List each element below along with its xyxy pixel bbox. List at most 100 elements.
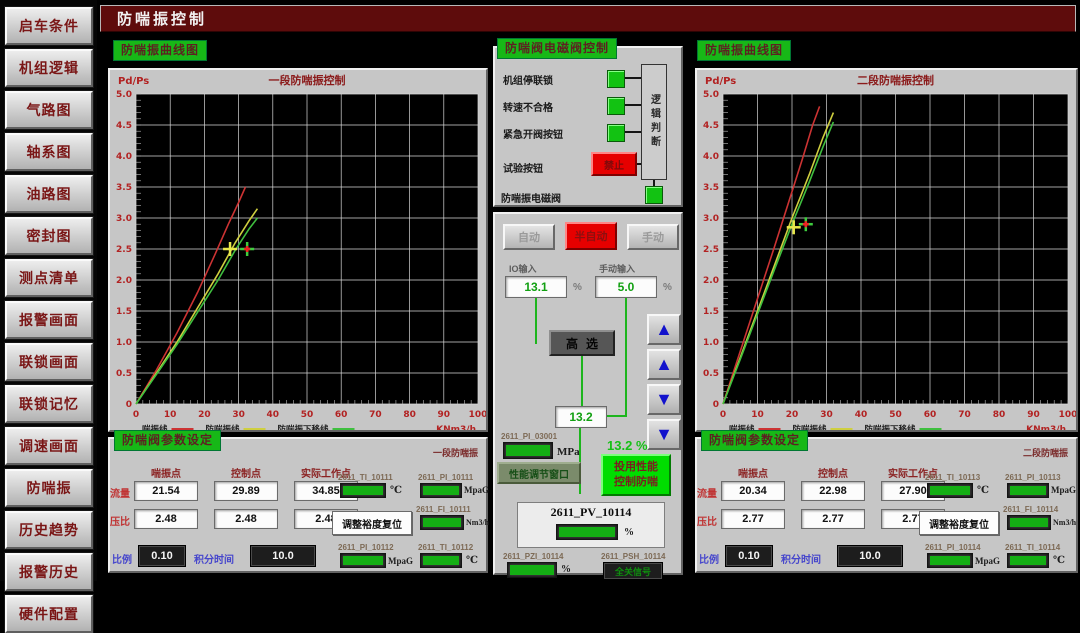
emergency-open-status-indicator (607, 124, 625, 142)
svg-text:40: 40 (267, 410, 280, 420)
io-input-unit: % (573, 282, 582, 293)
pressure2-lcd (340, 553, 386, 568)
speed-fail-status-indicator (607, 97, 625, 115)
flow-unit: Nm3/h (466, 518, 489, 527)
flow-surge-point-value: 21.54 (134, 481, 198, 501)
valve-position-unit: % (624, 527, 634, 538)
io-input-field[interactable]: 13.1 (505, 276, 567, 298)
svg-text:KNm3/h: KNm3/h (1026, 425, 1066, 430)
margin-reset-button[interactable]: 调整裕度复位 (332, 511, 412, 535)
pressure2-tag-label: 2611_PI_10114 (925, 543, 981, 552)
sidebar-item-unit-logic[interactable]: 机组逻辑 (5, 49, 93, 87)
svg-text:0.5: 0.5 (703, 369, 719, 379)
sidebar-item-measuring-point-list[interactable]: 测点清单 (5, 259, 93, 297)
io-input-label: IO输入 (509, 262, 537, 275)
sidebar-item-shaft-system-diagram[interactable]: 轴系图 (5, 133, 93, 171)
svg-text:50: 50 (301, 410, 314, 420)
integral-time-value-field[interactable]: 10.0 (250, 545, 316, 567)
valve-position-lcd (556, 524, 618, 540)
sidebar-item-alarm-screen[interactable]: 报警画面 (5, 301, 93, 339)
sidebar-item-alarm-history[interactable]: 报警历史 (5, 553, 93, 591)
valve-tag-label: 2611_PV_10114 (518, 505, 664, 520)
svg-text:Pd/Ps: Pd/Ps (118, 76, 149, 87)
manual-input-field[interactable]: 5.0 (595, 276, 657, 298)
proportional-label: 比例 (699, 551, 719, 566)
svg-text:Pd/Ps: Pd/Ps (705, 76, 736, 87)
pressure-tag-label: 2611_PI_03001 (501, 432, 557, 441)
temperature2-lcd (1007, 553, 1049, 568)
proportional-value-field[interactable]: 0.10 (725, 545, 773, 567)
ratio-control-point-value: 2.77 (801, 509, 865, 529)
temperature-tag-label: 2611_TI_10111 (338, 473, 393, 482)
sidebar-item-startup-conditions[interactable]: 启车条件 (5, 7, 93, 45)
svg-text:4.5: 4.5 (703, 121, 719, 131)
up-arrow-icon: ▲ (655, 319, 673, 339)
svg-text:3.5: 3.5 (703, 183, 719, 193)
svg-text:2.5: 2.5 (116, 245, 132, 255)
param-panel-header: 防喘阀参数设定 (114, 430, 221, 451)
margin-reset-button[interactable]: 调整裕度复位 (919, 511, 999, 535)
flow-unit: Nm3/h (1053, 518, 1076, 527)
down-arrow-button[interactable]: ▼ (647, 384, 681, 415)
svg-text:30: 30 (820, 410, 833, 420)
second-stage-parameter-panel: 防喘阀参数设定 二段防喘振 喘振点 控制点 实际工作点 流量 20.34 22.… (695, 437, 1078, 573)
temperature2-tag-label: 2611_TI_10112 (418, 543, 473, 552)
sidebar-item-history-trend[interactable]: 历史趋势 (5, 511, 93, 549)
performance-window-button[interactable]: 性能调节窗口 (497, 462, 581, 484)
sidebar-item-gas-circuit-diagram[interactable]: 气路图 (5, 91, 93, 129)
valve-readout-panel: 2611_PV_10114 % (517, 502, 665, 548)
down-arrow-button[interactable]: ▼ (647, 419, 681, 450)
svg-text:2.5: 2.5 (703, 245, 719, 255)
svg-text:4.0: 4.0 (703, 152, 719, 162)
sidebar-item-anti-surge[interactable]: 防喘振 (5, 469, 93, 507)
interlock-row-label: 机组停联锁 (503, 72, 553, 87)
pressure-lcd-display (503, 442, 553, 459)
page-title-bar: 防喘振控制 (100, 5, 1076, 32)
manual-input-unit: % (663, 282, 672, 293)
proportional-value-field[interactable]: 0.10 (138, 545, 186, 567)
svg-text:0: 0 (720, 410, 726, 420)
second-stage-anti-surge-chart: 二段防喘振控制Pd/Ps5.04.54.03.53.02.52.01.51.00… (697, 70, 1076, 430)
down-arrow-icon: ▼ (655, 424, 673, 444)
svg-text:二段防喘振控制: 二段防喘振控制 (857, 73, 934, 87)
surge-point-column-header: 喘振点 (134, 465, 198, 480)
integral-time-value-field[interactable]: 10.0 (837, 545, 903, 567)
sidebar-item-interlock-memory[interactable]: 联锁记忆 (5, 385, 93, 423)
up-arrow-button[interactable]: ▲ (647, 314, 681, 345)
pressure-unit: MpaG (1051, 485, 1076, 495)
manual-mode-button[interactable]: 手动 (627, 224, 679, 250)
signal-line (607, 415, 627, 417)
high-select-button[interactable]: 高选 (549, 330, 615, 356)
control-point-column-header: 控制点 (214, 465, 278, 480)
sidebar-item-speed-control-screen[interactable]: 调速画面 (5, 427, 93, 465)
sidebar-item-oil-circuit-diagram[interactable]: 油路图 (5, 175, 93, 213)
pressure-lcd (420, 483, 462, 498)
test-button[interactable]: 禁止 (591, 152, 637, 176)
percent-readout: 13.2 % (607, 438, 648, 453)
param-panel-corner-label: 一段防喘振 (433, 446, 478, 459)
svg-text:2.0: 2.0 (116, 276, 132, 286)
svg-text:90: 90 (1027, 410, 1040, 420)
svg-text:60: 60 (924, 410, 937, 420)
svg-text:80: 80 (993, 410, 1006, 420)
integral-time-label: 积分时间 (781, 551, 821, 566)
semi-auto-mode-button[interactable]: 半自动 (565, 222, 617, 250)
enable-performance-control-button[interactable]: 投用性能 控制防喘 (601, 454, 671, 496)
flow-lcd (1007, 515, 1051, 530)
flow-row-label: 流量 (697, 485, 717, 500)
svg-text:70: 70 (369, 410, 382, 420)
auto-mode-button[interactable]: 自动 (503, 224, 555, 250)
svg-text:KNm3/h: KNm3/h (436, 425, 476, 430)
sidebar-item-seal-diagram[interactable]: 密封图 (5, 217, 93, 255)
svg-text:80: 80 (403, 410, 416, 420)
signal-line (579, 428, 581, 494)
sidebar-item-hardware-config[interactable]: 硬件配置 (5, 595, 93, 633)
integral-time-label: 积分时间 (194, 551, 234, 566)
sidebar: 启车条件 机组逻辑 气路图 轴系图 油路图 密封图 测点清单 报警画面 联锁画面… (0, 0, 97, 581)
pressure2-tag-label: 2611_PI_10112 (338, 543, 394, 552)
sidebar-item-interlock-screen[interactable]: 联锁画面 (5, 343, 93, 381)
up-arrow-button[interactable]: ▲ (647, 349, 681, 380)
logic-judgment-box: 逻辑判断 (641, 64, 667, 180)
first-stage-parameter-panel: 防喘阀参数设定 一段防喘振 喘振点 控制点 实际工作点 流量 21.54 29.… (108, 437, 488, 573)
up-arrow-icon: ▲ (655, 354, 673, 374)
